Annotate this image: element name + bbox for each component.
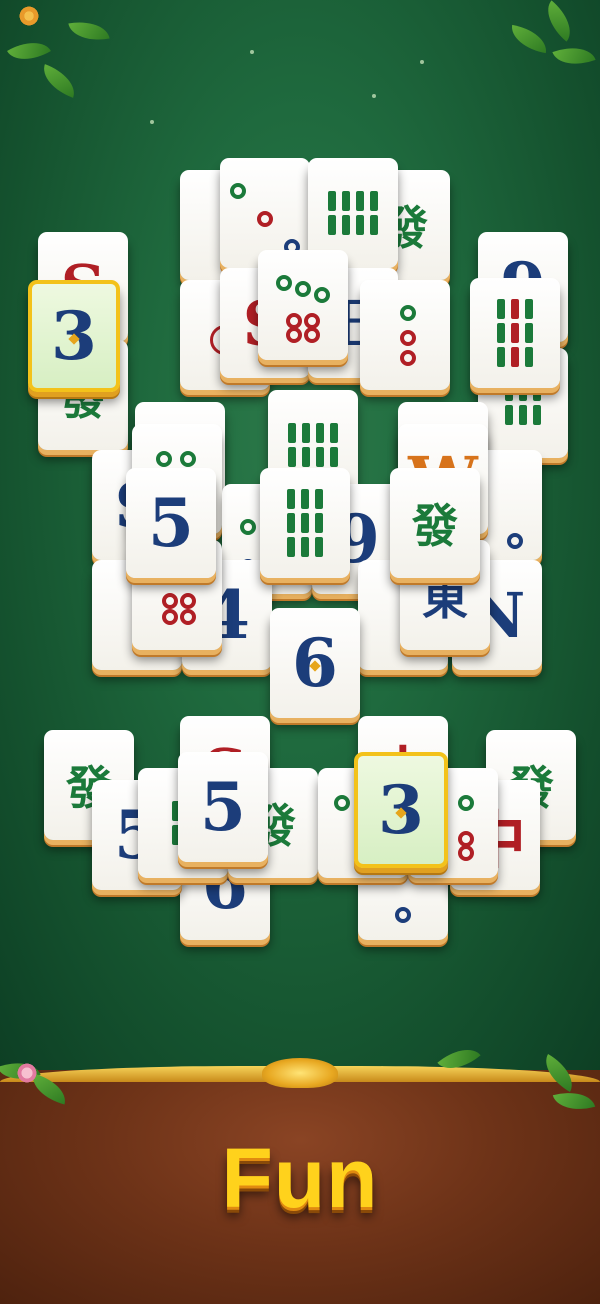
mahjong-tile[interactable]: 6 [270, 608, 360, 718]
gold-ornament-icon [262, 1058, 338, 1088]
mahjong-tile[interactable] [360, 280, 450, 390]
tile-number: 3 [378, 777, 424, 843]
mahjong-tile[interactable] [260, 468, 350, 578]
circles-suit-icon [230, 173, 300, 255]
mahjong-tile[interactable]: 5 [178, 752, 268, 862]
tile-number: 6 [292, 630, 338, 696]
flower-decoration [16, 1062, 38, 1084]
mahjong-tile[interactable]: 5 [126, 468, 216, 578]
circles-suit-icon [268, 265, 338, 345]
flower-decoration [18, 5, 40, 27]
mahjong-tile[interactable] [258, 250, 348, 360]
sparkle [372, 94, 376, 98]
tile-number: 3 [51, 303, 97, 369]
bamboo-suit-icon [287, 489, 323, 557]
promo-caption: Fun [221, 1131, 379, 1225]
mahjong-tile-selected[interactable]: 3 [28, 280, 120, 392]
sparkle [420, 60, 424, 64]
bamboo-suit-icon [497, 299, 533, 367]
circles-suit-icon [370, 295, 440, 375]
mahjong-tile[interactable] [470, 278, 560, 388]
sparkle [150, 120, 154, 124]
bamboo-suit-icon [328, 191, 378, 235]
mahjong-tile[interactable]: 發 [390, 468, 480, 578]
mahjong-tile-selected[interactable]: 3 [354, 752, 448, 868]
tile-number: 5 [148, 484, 194, 562]
tile-character: 發 [412, 499, 458, 553]
tile-number: 5 [200, 768, 246, 846]
bamboo-suit-icon [288, 423, 338, 467]
sparkle [250, 50, 254, 54]
